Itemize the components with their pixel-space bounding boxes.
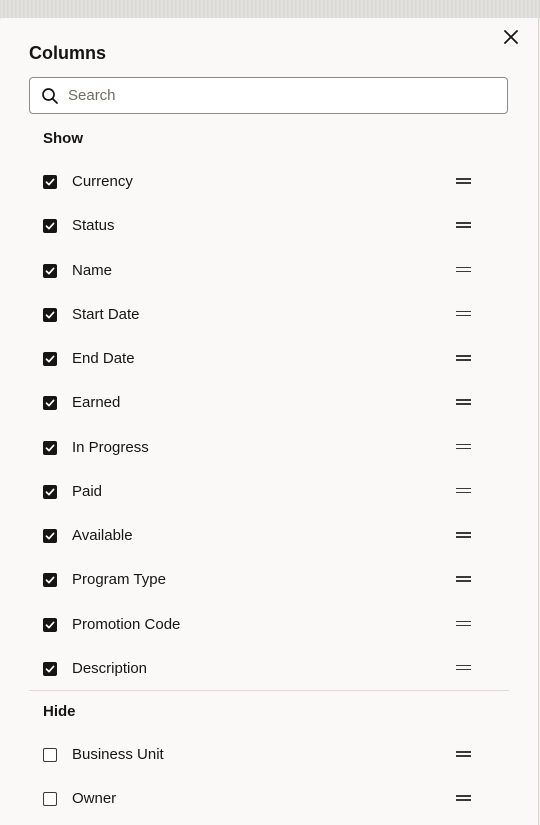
search-field[interactable]	[29, 77, 508, 114]
check-icon	[45, 621, 55, 629]
column-row[interactable]: End Date	[29, 345, 509, 373]
drag-handle-icon[interactable]	[455, 309, 473, 319]
check-icon	[45, 311, 55, 319]
column-label: Name	[72, 261, 113, 279]
checkbox-checked[interactable]	[43, 396, 57, 411]
check-icon	[45, 665, 55, 673]
checkbox-checked[interactable]	[43, 661, 57, 676]
column-label: Status	[72, 217, 115, 235]
column-row[interactable]: Start Date	[29, 301, 509, 329]
search-input[interactable]	[68, 79, 498, 112]
checkbox-checked[interactable]	[43, 529, 57, 544]
check-icon	[45, 355, 55, 363]
column-row[interactable]: Description	[29, 655, 509, 683]
show-section-label: Show	[43, 130, 83, 147]
drag-handle-icon[interactable]	[455, 486, 473, 496]
column-label: Available	[72, 527, 133, 545]
column-label: Promotion Code	[72, 615, 181, 633]
drag-handle-icon[interactable]	[455, 749, 473, 759]
check-icon	[45, 488, 55, 496]
column-label: In Progress	[72, 438, 149, 456]
check-icon	[45, 444, 55, 452]
column-row[interactable]: Program Type	[29, 566, 509, 594]
column-row[interactable]: Name	[29, 257, 509, 285]
checkbox-checked[interactable]	[43, 219, 57, 234]
checkbox-unchecked[interactable]	[43, 748, 57, 762]
checkbox-checked[interactable]	[43, 440, 57, 455]
column-label: Earned	[72, 394, 121, 412]
column-label: Currency	[72, 173, 133, 190]
drag-handle-icon[interactable]	[455, 176, 473, 186]
close-button[interactable]	[501, 27, 521, 47]
column-label: End Date	[72, 350, 135, 368]
column-label: Owner	[72, 790, 117, 807]
column-row[interactable]: In Progress	[29, 434, 509, 462]
column-row[interactable]: Paid	[29, 478, 509, 506]
column-row[interactable]: Promotion Code	[29, 611, 509, 639]
column-row[interactable]: Currency	[29, 168, 509, 196]
search-icon	[42, 88, 58, 104]
drag-handle-icon[interactable]	[455, 353, 473, 363]
check-icon	[45, 222, 55, 230]
column-row[interactable]: Earned	[29, 389, 509, 417]
column-label: Paid	[72, 482, 103, 500]
checkbox-unchecked[interactable]	[43, 792, 57, 806]
checkbox-checked[interactable]	[43, 573, 57, 588]
columns-panel: Columns Show Currency Status Name Start Dat…	[0, 18, 539, 825]
background-page-strip	[0, 0, 540, 18]
drag-handle-icon[interactable]	[455, 442, 473, 452]
check-icon	[45, 178, 55, 186]
drag-handle-icon[interactable]	[455, 530, 473, 540]
column-label: Program Type	[72, 571, 166, 589]
close-icon	[504, 30, 518, 44]
checkbox-checked[interactable]	[43, 617, 57, 632]
column-row[interactable]: Business Unit	[29, 741, 509, 769]
panel-title: Columns	[29, 43, 107, 63]
check-icon	[45, 267, 55, 274]
drag-handle-icon[interactable]	[455, 793, 473, 803]
check-icon	[45, 576, 55, 584]
section-divider	[29, 690, 509, 691]
checkbox-checked[interactable]	[43, 352, 57, 367]
column-label: Business Unit	[72, 746, 164, 763]
drag-handle-icon[interactable]	[455, 397, 473, 407]
drag-handle-icon[interactable]	[455, 619, 473, 629]
drag-handle-icon[interactable]	[455, 574, 473, 584]
column-row[interactable]: Available	[29, 522, 509, 550]
column-label: Start Date	[72, 305, 140, 323]
column-row[interactable]: Status	[29, 212, 509, 240]
column-row[interactable]: Owner	[29, 785, 509, 813]
checkbox-checked[interactable]	[43, 175, 57, 189]
drag-handle-icon[interactable]	[455, 220, 473, 230]
check-icon	[45, 532, 55, 540]
checkbox-checked[interactable]	[43, 263, 57, 278]
hide-section-label: Hide	[43, 703, 76, 720]
checkbox-checked[interactable]	[43, 484, 57, 499]
column-label: Description	[72, 659, 148, 677]
drag-handle-icon[interactable]	[455, 265, 473, 275]
drag-handle-icon[interactable]	[455, 663, 473, 673]
check-icon	[45, 399, 55, 407]
checkbox-checked[interactable]	[43, 307, 57, 322]
